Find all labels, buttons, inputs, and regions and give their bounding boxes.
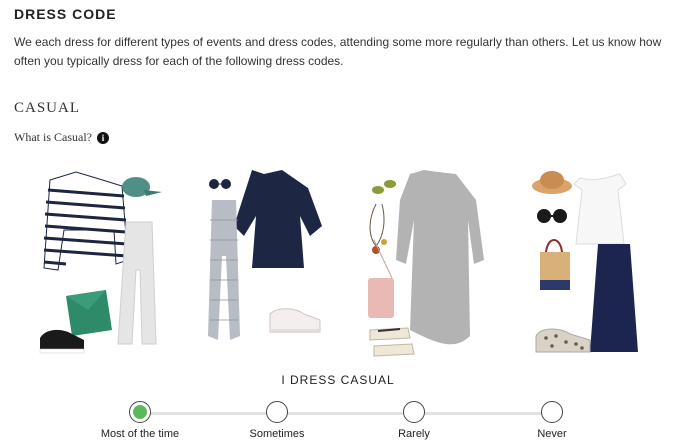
section-title: DRESS CODE (14, 6, 117, 22)
earrings-icon (372, 180, 396, 194)
option-sometimes[interactable]: Sometimes (217, 401, 337, 440)
radio-button[interactable] (129, 401, 151, 423)
intro-text: We each dress for different types of eve… (14, 35, 662, 68)
option-label: Never (537, 428, 567, 440)
outfit-4 (532, 171, 638, 353)
radio-selected-dot (133, 405, 147, 419)
info-icon[interactable]: i (96, 131, 109, 144)
crossbody-bag-icon (368, 239, 394, 318)
option-never[interactable]: Never (492, 401, 612, 440)
cap-icon (122, 177, 162, 197)
white-top-icon (573, 173, 627, 245)
what-is-casual-link[interactable]: What is Casual? i (14, 130, 109, 145)
frequency-track (140, 412, 552, 415)
striped-top-icon (43, 171, 129, 271)
radio-button[interactable] (541, 401, 563, 423)
radio-button[interactable] (403, 401, 425, 423)
sunglasses-icon (537, 209, 567, 223)
outfit-1 (39, 171, 162, 354)
white-sneaker-icon (269, 308, 321, 333)
check-pants-icon (208, 200, 240, 340)
what-is-casual-label: What is Casual? (14, 130, 92, 144)
dress-code-title: CASUAL (14, 100, 81, 116)
necklace-icon (369, 203, 387, 254)
sunglasses-icon (209, 179, 231, 189)
option-label: Sometimes (249, 428, 305, 440)
sandal-icon (369, 327, 415, 357)
option-rarely[interactable]: Rarely (354, 401, 474, 440)
outfit-gallery (0, 160, 676, 360)
navy-blouse-icon (234, 170, 322, 268)
leopard-sneaker-icon (535, 328, 591, 353)
grey-dress-icon (396, 170, 484, 345)
outfit-2 (208, 170, 322, 340)
option-label: Most of the time (100, 428, 180, 440)
clutch-icon (66, 290, 112, 336)
tote-bag-icon (540, 239, 570, 290)
navy-skirt-icon (590, 244, 638, 352)
option-label: Rarely (398, 428, 430, 440)
outfit-3 (368, 170, 484, 357)
option-most-of-the-time[interactable]: Most of the time (80, 401, 200, 440)
frequency-question: I DRESS CASUAL (281, 373, 395, 387)
radio-button[interactable] (266, 401, 288, 423)
straw-hat-icon (532, 171, 572, 194)
